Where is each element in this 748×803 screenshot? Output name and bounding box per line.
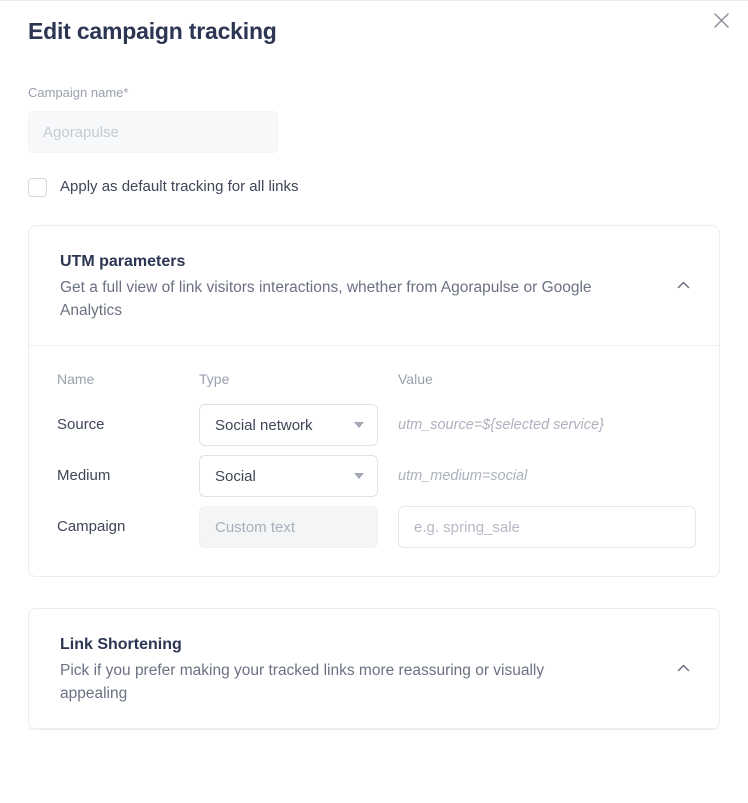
table-row: Campaign Custom text: [57, 506, 696, 548]
utm-card-header[interactable]: UTM parameters Get a full view of link v…: [29, 226, 719, 345]
link-shortening-card-subtitle: Pick if you prefer making your tracked l…: [60, 662, 545, 702]
row-label-medium: Medium: [57, 467, 111, 484]
required-marker: *: [123, 85, 129, 100]
column-header-type: Type: [199, 371, 230, 387]
chevron-down-icon: [354, 422, 364, 428]
row-type-cell-source: Social network: [199, 404, 398, 446]
link-shortening-card: Link Shortening Pick if you prefer makin…: [28, 608, 720, 730]
row-value-cell-source: utm_source=${selected service}: [398, 415, 688, 435]
row-label-campaign: Campaign: [57, 518, 126, 535]
link-shortening-card-title: Link Shortening: [60, 636, 182, 653]
column-header-value: Value: [398, 371, 433, 387]
campaign-name-label: Campaign name*: [28, 85, 720, 101]
campaign-name-input[interactable]: [28, 111, 278, 153]
campaign-type-select-value: Custom text: [215, 518, 296, 536]
default-tracking-checkbox[interactable]: [28, 177, 47, 197]
chevron-up-icon[interactable]: [669, 655, 697, 683]
row-type-cell-medium: Social: [199, 455, 398, 497]
modal-header: Edit campaign tracking: [0, 1, 748, 63]
default-tracking-label: Apply as default tracking for all links: [60, 178, 299, 195]
campaign-name-field-block: Campaign name*: [0, 63, 748, 153]
table-row: Medium Social utm_medium=social: [57, 455, 688, 497]
utm-table-header-row: Name Type Value: [57, 370, 688, 388]
chevron-up-icon[interactable]: [669, 272, 697, 300]
medium-type-select-value: Social: [215, 467, 256, 485]
close-icon[interactable]: [706, 5, 736, 35]
default-tracking-row[interactable]: Apply as default tracking for all links: [0, 153, 748, 197]
campaign-value-input[interactable]: [398, 506, 696, 548]
column-header-name: Name: [57, 371, 95, 387]
utm-parameters-card: UTM parameters Get a full view of link v…: [28, 225, 720, 577]
source-value-hint: utm_source=${selected service}: [398, 417, 604, 433]
row-type-cell-campaign: Custom text: [199, 506, 398, 548]
source-type-select-value: Social network: [215, 416, 313, 434]
medium-value-hint: utm_medium=social: [398, 468, 528, 484]
campaign-name-label-text: Campaign name: [28, 85, 124, 100]
chevron-down-icon: [354, 473, 364, 479]
link-shortening-card-header[interactable]: Link Shortening Pick if you prefer makin…: [29, 609, 719, 728]
campaign-type-select[interactable]: Custom text: [199, 506, 378, 548]
edit-campaign-tracking-modal: Edit campaign tracking Campaign name* Ap…: [0, 0, 748, 803]
utm-card-title: UTM parameters: [60, 253, 186, 270]
link-shortening-card-divider: [29, 728, 719, 729]
row-value-cell-campaign: [398, 506, 696, 548]
row-value-cell-medium: utm_medium=social: [398, 466, 688, 486]
page-title: Edit campaign tracking: [28, 18, 277, 44]
utm-table: Name Type Value Source Social network ut…: [29, 346, 719, 576]
source-type-select[interactable]: Social network: [199, 404, 378, 446]
utm-card-subtitle: Get a full view of link visitors interac…: [60, 279, 592, 319]
medium-type-select[interactable]: Social: [199, 455, 378, 497]
row-label-source: Source: [57, 416, 105, 433]
table-row: Source Social network utm_source=${selec…: [57, 404, 688, 446]
